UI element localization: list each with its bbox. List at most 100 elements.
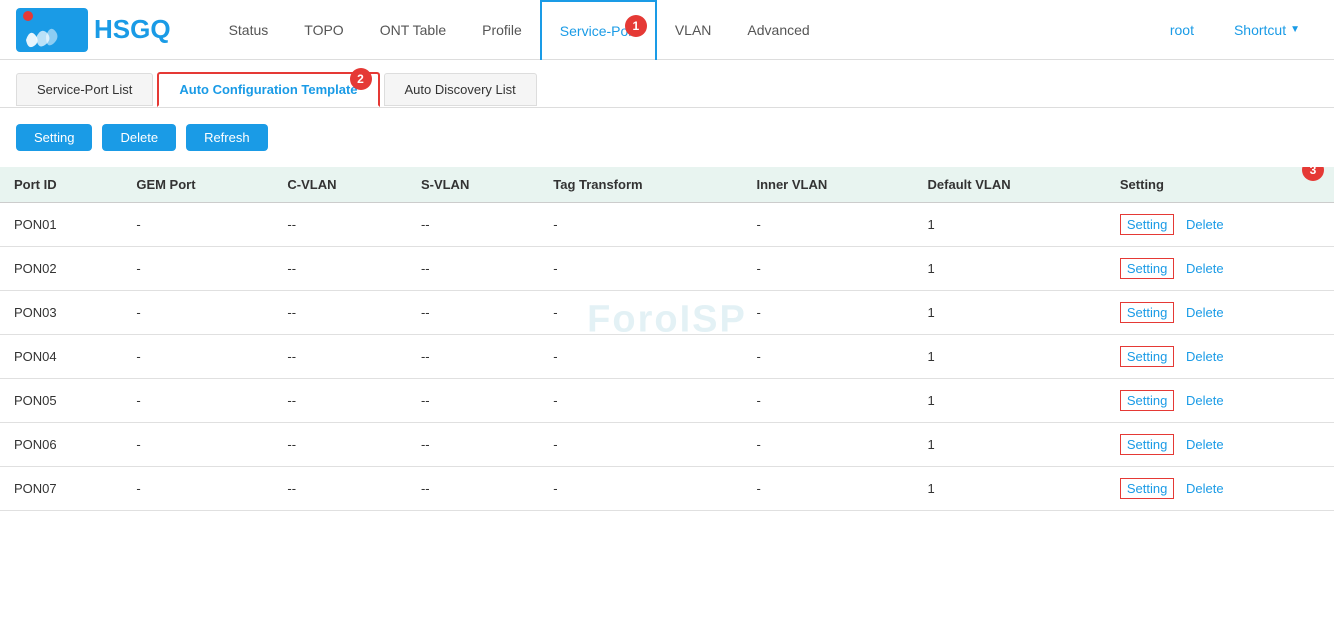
cell-inner-vlan: - [742,247,913,291]
nav-right: root Shortcut ▼ [1152,0,1318,60]
col-s-vlan: S-VLAN [407,167,539,203]
cell-actions: Setting Delete [1106,291,1334,335]
cell-gem-port: - [122,467,273,511]
delete-button[interactable]: Delete [102,124,176,151]
refresh-button[interactable]: Refresh [186,124,268,151]
cell-s-vlan: -- [407,247,539,291]
tab-service-port-list[interactable]: Service-Port List [16,73,153,106]
col-c-vlan: C-VLAN [273,167,407,203]
cell-c-vlan: -- [273,467,407,511]
nav-ont-table[interactable]: ONT Table [362,0,464,60]
cell-inner-vlan: - [742,335,913,379]
badge-3: 3 [1302,167,1324,181]
cell-actions: Setting Delete [1106,467,1334,511]
action-delete-link[interactable]: Delete [1186,349,1224,364]
toolbar: Setting Delete Refresh [0,108,1334,167]
main-table: Port ID GEM Port C-VLAN S-VLAN Tag Trans… [0,167,1334,511]
badge-2: 2 [350,68,372,90]
action-delete-link[interactable]: Delete [1186,217,1224,232]
cell-actions: Setting Delete [1106,379,1334,423]
tab-badge-wrap: Auto Configuration Template 2 [179,82,357,97]
action-setting-link[interactable]: Setting [1120,258,1174,279]
cell-s-vlan: -- [407,291,539,335]
cell-port-id: PON05 [0,379,122,423]
cell-default-vlan: 1 [914,203,1106,247]
col-tag-transform: Tag Transform [539,167,742,203]
table-wrap: Port ID GEM Port C-VLAN S-VLAN Tag Trans… [0,167,1334,511]
cell-actions: Setting Delete [1106,247,1334,291]
col-gem-port: GEM Port [122,167,273,203]
action-setting-link[interactable]: Setting [1120,478,1174,499]
nav-advanced[interactable]: Advanced [729,0,827,60]
cell-port-id: PON07 [0,467,122,511]
nav-topo[interactable]: TOPO [286,0,361,60]
cell-c-vlan: -- [273,335,407,379]
table-row: PON05 - -- -- - - 1 Setting Delete [0,379,1334,423]
col-default-vlan: Default VLAN [914,167,1106,203]
cell-default-vlan: 1 [914,467,1106,511]
cell-default-vlan: 1 [914,291,1106,335]
cell-actions: Setting Delete [1106,335,1334,379]
col-port-id: Port ID [0,167,122,203]
cell-s-vlan: -- [407,467,539,511]
table-row: PON02 - -- -- - - 1 Setting Delete [0,247,1334,291]
table-row: PON01 - -- -- - - 1 Setting Delete [0,203,1334,247]
action-setting-link[interactable]: Setting [1120,346,1174,367]
cell-inner-vlan: - [742,423,913,467]
cell-tag-transform: - [539,467,742,511]
action-delete-link[interactable]: Delete [1186,481,1224,496]
action-setting-link[interactable]: Setting [1120,390,1174,411]
cell-s-vlan: -- [407,379,539,423]
action-setting-link[interactable]: Setting [1120,302,1174,323]
col-inner-vlan: Inner VLAN [742,167,913,203]
tab-auto-discovery-list[interactable]: Auto Discovery List [384,73,537,106]
cell-default-vlan: 1 [914,335,1106,379]
nav-vlan[interactable]: VLAN [657,0,730,60]
nav-links: Status TOPO ONT Table Profile Service-Po… [211,0,1152,60]
cell-tag-transform: - [539,423,742,467]
cell-gem-port: - [122,291,273,335]
cell-c-vlan: -- [273,247,407,291]
nav-status[interactable]: Status [211,0,287,60]
badge-1: 1 [625,15,647,37]
cell-gem-port: - [122,247,273,291]
cell-actions: Setting Delete [1106,423,1334,467]
shortcut-dropdown-arrow: ▼ [1290,24,1300,35]
nav-service-port[interactable]: Service-Port 1 [540,0,657,60]
cell-default-vlan: 1 [914,379,1106,423]
setting-button[interactable]: Setting [16,124,92,151]
action-setting-link[interactable]: Setting [1120,434,1174,455]
cell-default-vlan: 1 [914,247,1106,291]
action-delete-link[interactable]: Delete [1186,437,1224,452]
cell-port-id: PON03 [0,291,122,335]
cell-port-id: PON01 [0,203,122,247]
cell-gem-port: - [122,203,273,247]
col-setting: Setting 3 [1106,167,1334,203]
action-delete-link[interactable]: Delete [1186,261,1224,276]
cell-inner-vlan: - [742,379,913,423]
nav-shortcut[interactable]: Shortcut ▼ [1216,0,1318,60]
cell-gem-port: - [122,379,273,423]
table-header-row: Port ID GEM Port C-VLAN S-VLAN Tag Trans… [0,167,1334,203]
nav-root[interactable]: root [1152,0,1212,60]
nav-profile[interactable]: Profile [464,0,540,60]
cell-port-id: PON02 [0,247,122,291]
cell-s-vlan: -- [407,423,539,467]
cell-s-vlan: -- [407,203,539,247]
table-row: PON07 - -- -- - - 1 Setting Delete [0,467,1334,511]
cell-port-id: PON06 [0,423,122,467]
cell-tag-transform: - [539,203,742,247]
cell-c-vlan: -- [273,379,407,423]
table-row: PON04 - -- -- - - 1 Setting Delete [0,335,1334,379]
tab-auto-configuration-template[interactable]: Auto Configuration Template 2 [157,72,379,107]
action-delete-link[interactable]: Delete [1186,393,1224,408]
brand-name: HSGQ [94,14,171,45]
table-row: PON06 - -- -- - - 1 Setting Delete [0,423,1334,467]
logo-area: HSGQ [16,8,171,52]
cell-tag-transform: - [539,335,742,379]
action-delete-link[interactable]: Delete [1186,305,1224,320]
cell-tag-transform: - [539,379,742,423]
cell-inner-vlan: - [742,203,913,247]
service-port-badge-wrap: Service-Port 1 [560,23,637,39]
action-setting-link[interactable]: Setting [1120,214,1174,235]
